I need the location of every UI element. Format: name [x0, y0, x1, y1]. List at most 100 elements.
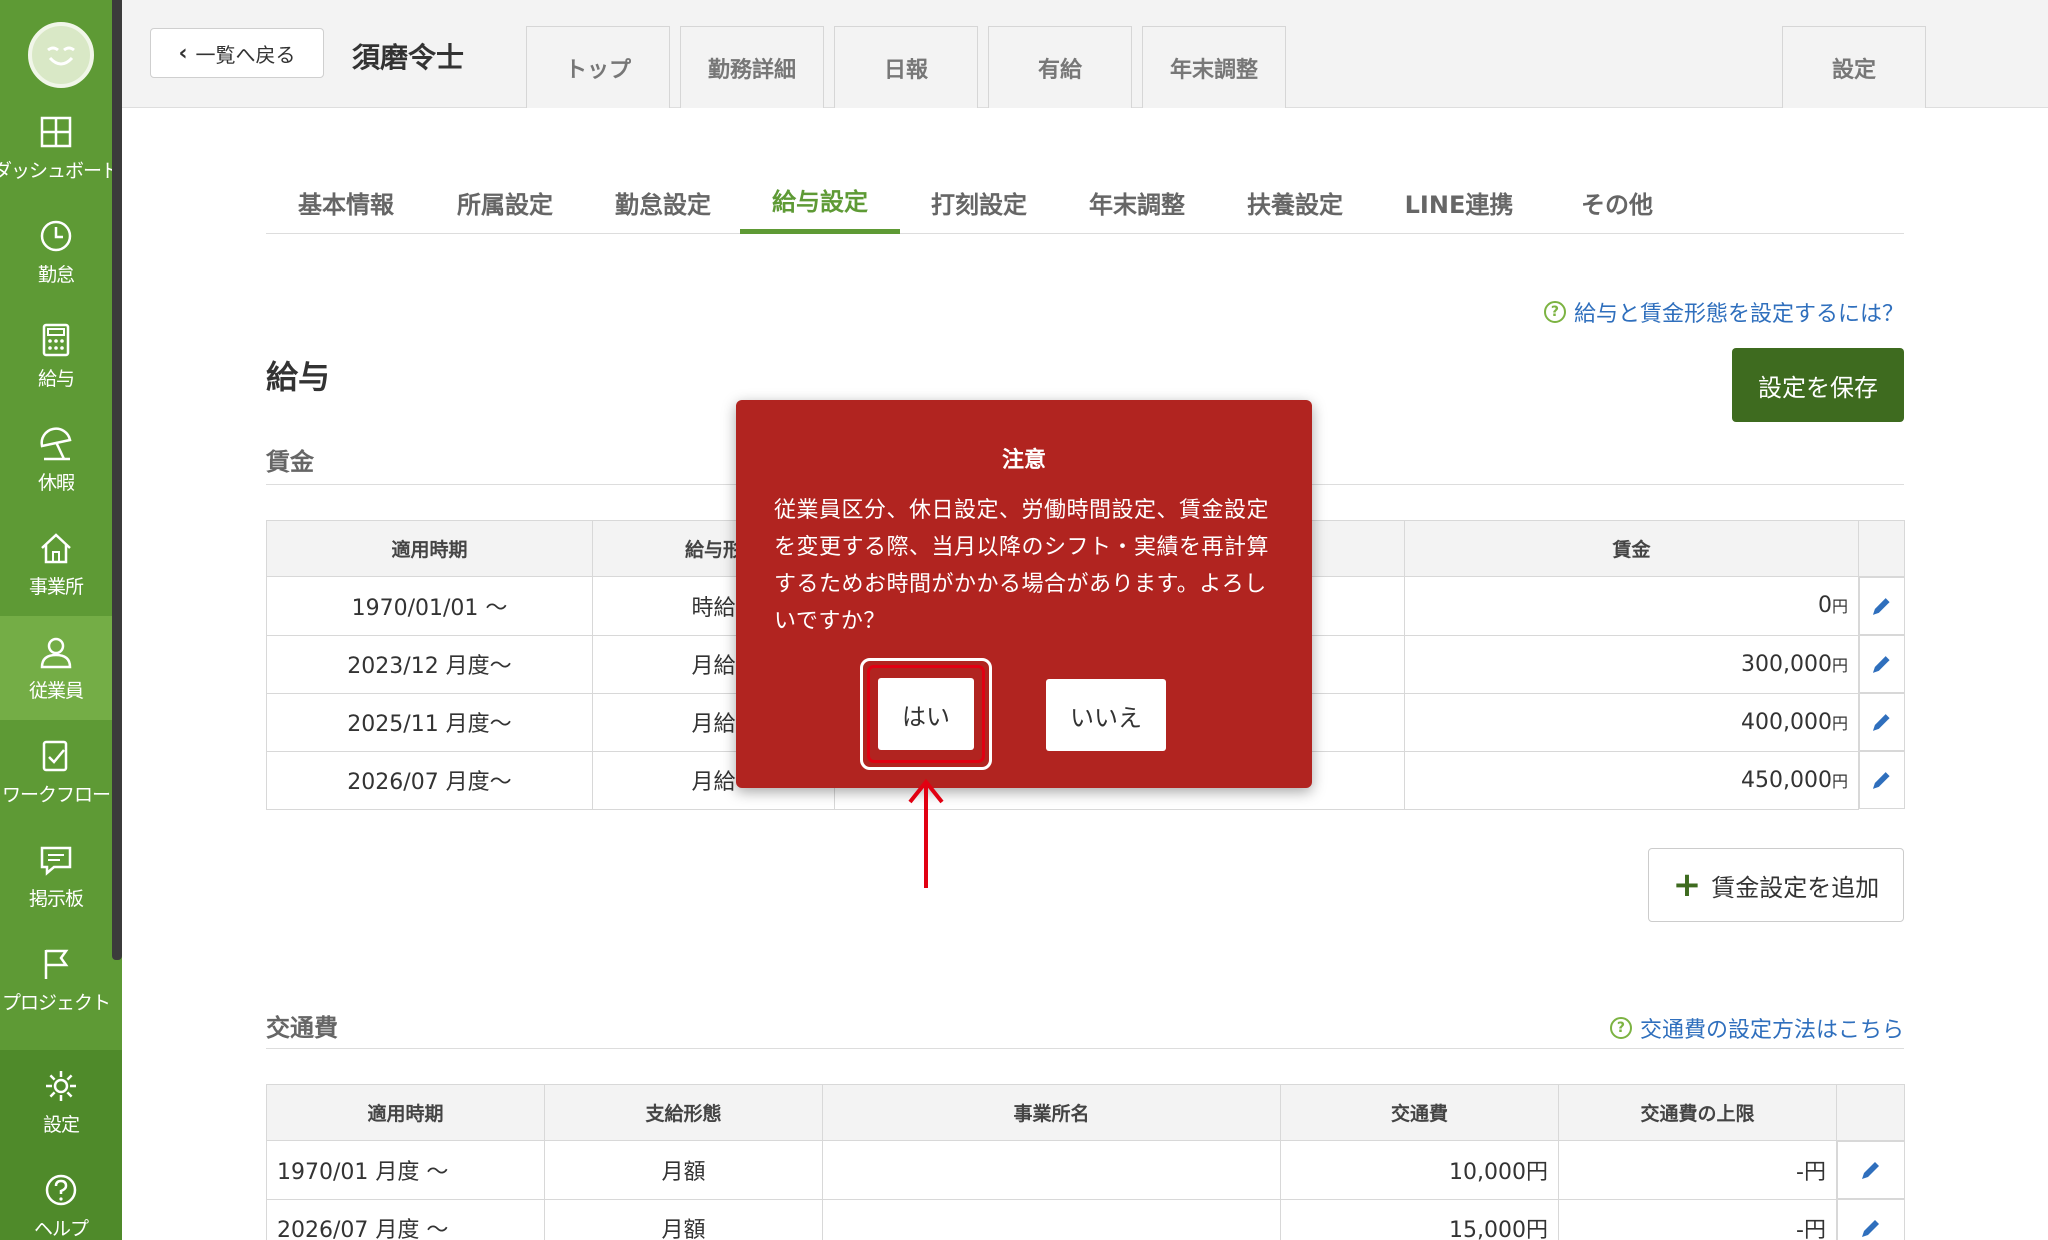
column-header: 賃金 — [1404, 520, 1859, 577]
column-header: 適用時期 — [266, 520, 593, 577]
subtab-stamp[interactable]: 打刻設定 — [900, 170, 1058, 234]
sidebar-item-board[interactable]: 掲示板 — [0, 824, 112, 928]
transport-table: 適用時期 支給形態 事業所名 交通費 交通費の上限 1970/01 月度 〜 月… — [266, 1084, 1905, 1240]
sidebar-item-workflow[interactable]: ワークフロー — [0, 720, 112, 824]
sidebar: ダッシュボード 勤怠 給与 休暇 事業所 従業員 ワークフロー 掲示板 プロジェ… — [0, 0, 122, 1240]
tab-work-detail[interactable]: 勤務詳細 — [680, 26, 824, 108]
tab-paid-leave[interactable]: 有給 — [988, 26, 1132, 108]
chevron-left-icon: ‹ — [178, 40, 188, 66]
sidebar-scrollbar[interactable] — [112, 0, 122, 960]
add-wage-label: 賃金設定を追加 — [1711, 873, 1880, 902]
subtab-line[interactable]: LINE連携 — [1374, 170, 1544, 234]
help-icon — [45, 1174, 77, 1205]
highlight-ring-inner: はい — [867, 665, 985, 763]
yen-unit: 円 — [1831, 655, 1848, 675]
sidebar-item-help[interactable]: ヘルプ — [0, 1154, 122, 1240]
subtab-other[interactable]: その他 — [1544, 170, 1690, 234]
sidebar-item-label: 従業員 — [28, 679, 84, 702]
cell-period: 2026/07 月度〜 — [266, 750, 593, 810]
subtab-affiliation[interactable]: 所属設定 — [426, 170, 584, 234]
question-icon: ? — [1609, 1017, 1632, 1039]
cell-wage: 400,000円 — [1404, 692, 1859, 752]
sidebar-item-settings[interactable]: 設定 — [0, 1050, 122, 1154]
sub-tabs: 基本情報 所属設定 勤怠設定 給与設定 打刻設定 年末調整 扶養設定 LINE連… — [266, 170, 1904, 234]
edit-cell — [1859, 693, 1905, 751]
sidebar-item-employees[interactable]: 従業員 — [0, 616, 112, 720]
subtab-salary[interactable]: 給与設定 — [740, 170, 900, 234]
sidebar-item-label: プロジェクト — [1, 991, 111, 1014]
cell-period: 1970/01 月度 〜 — [266, 1140, 545, 1200]
smile-logo-icon — [47, 46, 75, 66]
subtab-attendance[interactable]: 勤怠設定 — [584, 170, 742, 234]
cell-type: 月額 — [544, 1198, 823, 1240]
home-icon — [41, 532, 71, 563]
plus-icon: + — [1672, 865, 1702, 905]
sidebar-item-dashboard[interactable]: ダッシュボード — [0, 96, 120, 200]
calculator-icon — [42, 323, 70, 356]
cell-type: 月額 — [544, 1140, 823, 1200]
column-header: 交通費 — [1280, 1084, 1559, 1141]
yes-button[interactable]: はい — [878, 678, 974, 750]
message-board-icon — [40, 846, 72, 876]
cell-limit: -円 — [1558, 1140, 1837, 1200]
add-wage-setting-button[interactable]: + 賃金設定を追加 — [1648, 848, 1904, 922]
save-settings-button[interactable]: 設定を保存 — [1732, 348, 1904, 422]
pencil-icon[interactable] — [1870, 710, 1894, 734]
edit-cell — [1837, 1141, 1905, 1199]
back-button-label: 一覧へ戻る — [195, 42, 296, 67]
wage-value: 300,000 — [1741, 651, 1832, 677]
tab-daily-report[interactable]: 日報 — [834, 26, 978, 108]
subtab-dependents[interactable]: 扶養設定 — [1216, 170, 1374, 234]
app-logo[interactable] — [28, 22, 94, 88]
sidebar-bottom: 設定 ヘルプ — [0, 1050, 122, 1240]
pencil-icon[interactable] — [1859, 1216, 1883, 1240]
sidebar-item-leave[interactable]: 休暇 — [0, 408, 112, 512]
sidebar-item-label: 事業所 — [28, 575, 84, 598]
sidebar-item-project[interactable]: プロジェクト — [0, 928, 112, 1032]
wage-value: 0 — [1817, 593, 1832, 619]
tab-top[interactable]: トップ — [526, 26, 670, 108]
pencil-icon[interactable] — [1870, 594, 1894, 618]
pencil-icon[interactable] — [1859, 1158, 1883, 1182]
sidebar-item-salary[interactable]: 給与 — [0, 304, 112, 408]
transport-help-link[interactable]: ? 交通費の設定方法はこちら — [1609, 1012, 1904, 1044]
cell-office — [822, 1140, 1281, 1200]
yen-unit: 円 — [1831, 597, 1848, 617]
subtab-year-end[interactable]: 年末調整 — [1058, 170, 1216, 234]
salary-help-text: 給与と賃金形態を設定するには？ — [1573, 302, 1904, 327]
employee-name: 須磨令士 — [352, 41, 465, 74]
column-header: 適用時期 — [266, 1084, 545, 1141]
wage-value: 400,000 — [1741, 709, 1832, 735]
transport-section-title: 交通費 — [266, 1014, 338, 1042]
cell-wage: 450,000円 — [1404, 750, 1859, 810]
tab-year-end[interactable]: 年末調整 — [1142, 26, 1286, 108]
column-header: 事業所名 — [822, 1084, 1281, 1141]
tab-settings[interactable]: 設定 — [1782, 26, 1926, 108]
yen-unit: 円 — [1831, 713, 1848, 733]
cell-period: 2026/07 月度 〜 — [266, 1198, 545, 1240]
sidebar-item-label: 勤怠 — [37, 263, 75, 286]
sidebar-item-attendance[interactable]: 勤怠 — [0, 200, 112, 304]
umbrella-icon — [40, 427, 72, 460]
cell-wage: 300,000円 — [1404, 634, 1859, 694]
wage-value: 450,000 — [1741, 767, 1832, 793]
dialog-title: 注意 — [1001, 448, 1046, 473]
pencil-icon[interactable] — [1870, 768, 1894, 792]
back-to-list-button[interactable]: ‹ 一覧へ戻る — [150, 28, 324, 78]
highlight-ring: はい — [860, 658, 992, 770]
section-divider — [266, 1048, 1904, 1049]
sidebar-item-office[interactable]: 事業所 — [0, 512, 112, 616]
sidebar-item-label: 設定 — [42, 1113, 80, 1136]
salary-help-link[interactable]: ? 給与と賃金形態を設定するには？ — [1543, 296, 1904, 328]
pencil-icon[interactable] — [1870, 652, 1894, 676]
person-icon — [40, 637, 72, 668]
annotation-arrow-icon — [908, 778, 944, 888]
sidebar-item-label: 掲示板 — [28, 887, 84, 910]
sidebar-item-label: 給与 — [37, 367, 75, 390]
cell-amount: 15,000円 — [1280, 1198, 1559, 1240]
table-row: 1970/01 月度 〜 月額 10,000円 -円 — [266, 1140, 1905, 1200]
sidebar-item-label: ダッシュボード — [0, 159, 120, 182]
subtab-basic-info[interactable]: 基本情報 — [266, 170, 426, 234]
page-title: 給与 — [266, 358, 331, 396]
no-button[interactable]: いいえ — [1046, 679, 1166, 751]
